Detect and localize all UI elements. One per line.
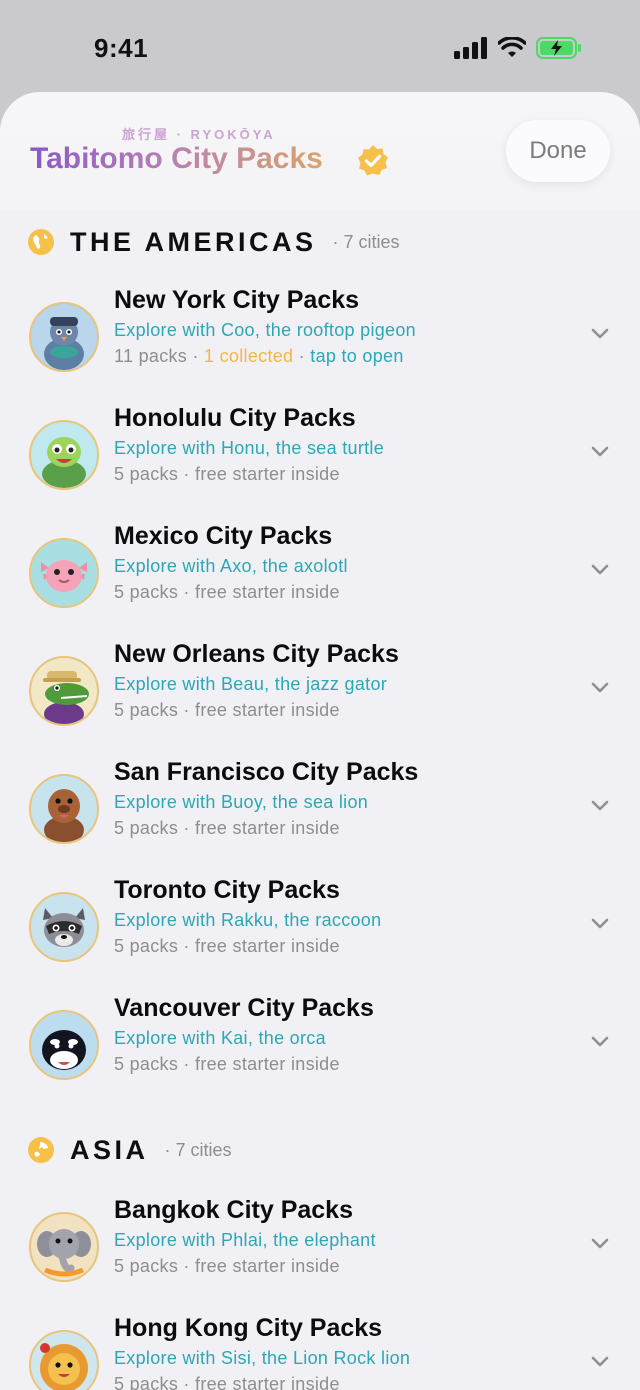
status-bar: 9:41 <box>0 0 640 92</box>
pigeon-avatar <box>29 302 99 372</box>
chevron-down-icon[interactable] <box>588 676 612 700</box>
city-packs-sheet: 旅行屋 · RYOKŌYA Tabitomo City Packs Done T… <box>0 92 640 1390</box>
collected-count: 1 collected <box>204 346 294 366</box>
pack-count: 11 packs · <box>114 346 205 366</box>
city-meta: 5 packs · free starter inside <box>114 1054 340 1074</box>
city-guide: Explore with Beau, the jazz gator <box>114 674 388 694</box>
section-count: · 7 cities <box>332 231 400 252</box>
city-row-new-york[interactable]: New York City Packs Explore with Coo, th… <box>0 286 640 420</box>
city-row-new-orleans[interactable]: New Orleans City Packs Explore with Beau… <box>0 640 640 774</box>
verified-badge-icon <box>358 145 388 176</box>
orca-avatar <box>29 1010 99 1080</box>
meta-separator: · <box>293 346 311 366</box>
city-meta: 5 packs · free starter inside <box>114 1256 340 1276</box>
city-title: Vancouver City Packs <box>114 994 374 1022</box>
sea-turtle-avatar <box>29 420 99 490</box>
city-guide: Explore with Phlai, the elephant <box>114 1230 376 1250</box>
city-row-mexico[interactable]: Mexico City Packs Explore with Axo, the … <box>0 522 640 656</box>
city-title: Mexico City Packs <box>114 522 333 550</box>
globe-americas-icon <box>28 229 54 255</box>
chevron-down-icon[interactable] <box>588 794 612 818</box>
section-count: · 7 cities <box>164 1139 232 1160</box>
city-meta: 5 packs · free starter inside <box>114 464 340 484</box>
city-guide: Explore with Kai, the orca <box>114 1028 326 1048</box>
city-row-san-francisco[interactable]: San Francisco City Packs Explore with Bu… <box>0 758 640 892</box>
globe-asia-icon <box>28 1137 54 1163</box>
city-row-toronto[interactable]: Toronto City Packs Explore with Rakku, t… <box>0 876 640 1010</box>
section-title: ASIA <box>70 1134 149 1165</box>
section-header-americas: THE AMERICAS · 7 cities <box>28 222 400 262</box>
chevron-down-icon[interactable] <box>588 1350 612 1374</box>
city-row-bangkok[interactable]: Bangkok City Packs Explore with Phlai, t… <box>0 1196 640 1330</box>
city-row-honolulu[interactable]: Honolulu City Packs Explore with Honu, t… <box>0 404 640 538</box>
battery-charging-icon <box>536 37 581 59</box>
city-row-hong-kong[interactable]: Hong Kong City Packs Explore with Sisi, … <box>0 1314 640 1390</box>
chevron-down-icon[interactable] <box>588 558 612 582</box>
city-guide: Explore with Sisi, the Lion Rock lion <box>114 1348 411 1368</box>
city-meta: 5 packs · free starter inside <box>114 818 340 838</box>
city-guide: Explore with Axo, the axolotl <box>114 556 348 576</box>
city-title: New Orleans City Packs <box>114 640 399 668</box>
sheet-title: Tabitomo City Packs <box>30 142 323 175</box>
city-meta: 11 packs · 1 collected · tap to open <box>114 346 404 367</box>
section-header-asia: ASIA · 7 cities <box>28 1130 232 1170</box>
tap-to-open-link[interactable]: tap to open <box>310 346 403 366</box>
elephant-avatar <box>29 1212 99 1282</box>
city-guide: Explore with Honu, the sea turtle <box>114 438 385 458</box>
city-meta: 5 packs · free starter inside <box>114 700 340 720</box>
chevron-down-icon[interactable] <box>588 322 612 346</box>
status-time: 9:41 <box>94 33 149 63</box>
section-title: THE AMERICAS <box>70 226 317 257</box>
sea-lion-avatar <box>29 774 99 844</box>
city-meta: 5 packs · free starter inside <box>114 936 340 956</box>
city-title: Toronto City Packs <box>114 876 340 904</box>
cellular-signal-icon <box>454 37 487 59</box>
chevron-down-icon[interactable] <box>588 1232 612 1256</box>
city-row-vancouver[interactable]: Vancouver City Packs Explore with Kai, t… <box>0 994 640 1128</box>
chevron-down-icon[interactable] <box>588 440 612 464</box>
chevron-down-icon[interactable] <box>588 1030 612 1054</box>
wifi-icon <box>498 37 526 57</box>
city-title: Bangkok City Packs <box>114 1196 353 1224</box>
lion-avatar <box>29 1330 99 1390</box>
city-guide: Explore with Rakku, the raccoon <box>114 910 382 930</box>
done-button[interactable]: Done <box>506 120 610 182</box>
raccoon-avatar <box>29 892 99 962</box>
city-title: New York City Packs <box>114 286 360 314</box>
sheet-header: 旅行屋 · RYOKŌYA Tabitomo City Packs Done <box>0 92 640 210</box>
city-title: Hong Kong City Packs <box>114 1314 383 1342</box>
gator-avatar <box>29 656 99 726</box>
city-guide: Explore with Buoy, the sea lion <box>114 792 369 812</box>
axolotl-avatar <box>29 538 99 608</box>
status-icons <box>454 36 582 60</box>
chevron-down-icon[interactable] <box>588 912 612 936</box>
city-meta: 5 packs · free starter inside <box>114 582 340 602</box>
city-guide: Explore with Coo, the rooftop pigeon <box>114 320 416 340</box>
city-title: San Francisco City Packs <box>114 758 419 786</box>
city-meta: 5 packs · free starter inside <box>114 1374 340 1390</box>
city-title: Honolulu City Packs <box>114 404 356 432</box>
brand-subtitle: 旅行屋 · RYOKŌYA <box>122 127 276 142</box>
